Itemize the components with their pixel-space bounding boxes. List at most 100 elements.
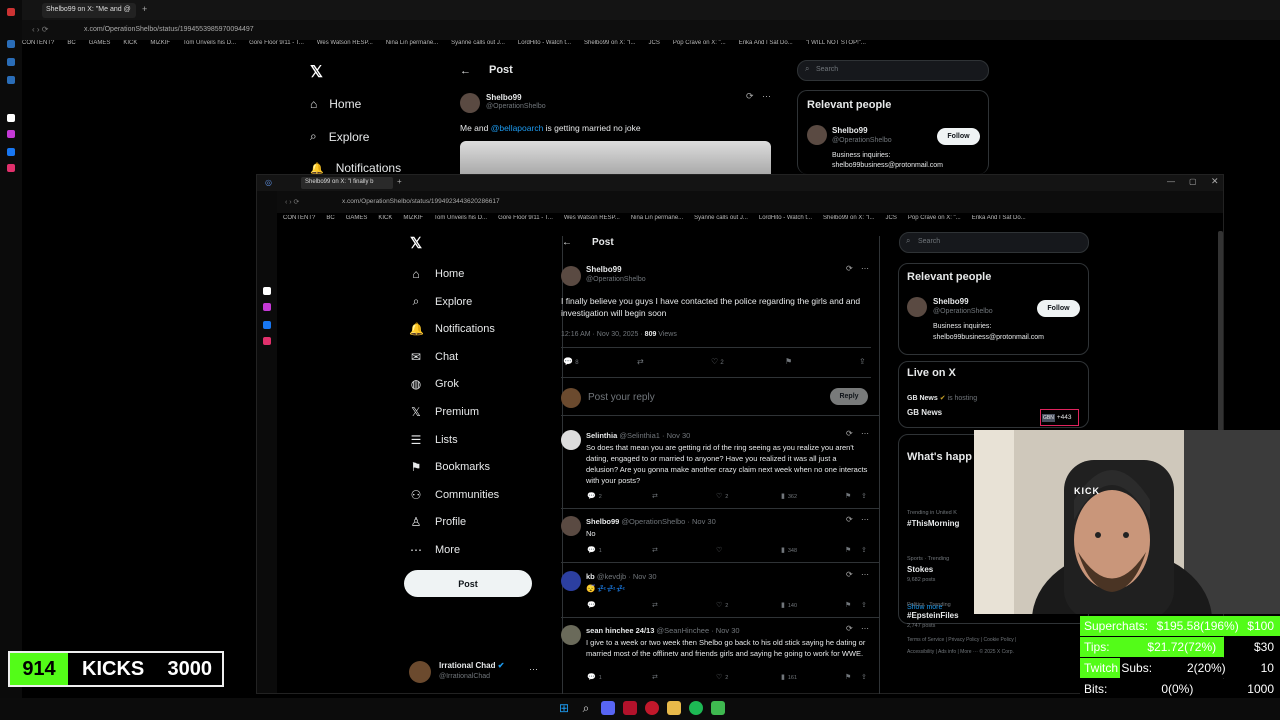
views-action[interactable]: ▮ 362 [781,492,797,500]
reply-action[interactable]: 💬 [587,601,599,609]
bookmark-item[interactable]: "I WILL NOT STOP!"... [806,40,866,46]
account-more-icon[interactable]: ⋯ [529,664,538,675]
bookmark-item[interactable]: Pop Crave on X: "... [908,215,961,221]
nav-chat[interactable]: ✉ Chat [409,347,458,367]
opera-gx-icon[interactable] [623,701,637,715]
like-action[interactable]: ♡ 2 [716,492,728,500]
back-arrow-icon[interactable]: ← [460,65,471,77]
bookmark-item[interactable]: JCS [886,215,897,221]
back-arrow-icon[interactable]: ← [562,237,572,248]
bookmark-icon[interactable]: ⚑ [785,357,792,366]
arc-icon[interactable] [7,114,15,122]
close-icon[interactable]: ✕ [1211,176,1219,187]
reload-icon[interactable]: ‹ › ⟳ [285,198,299,206]
nav-lists[interactable]: ☰ Lists [409,430,458,450]
avatar[interactable] [561,625,581,645]
live-show[interactable]: GB News [907,408,942,417]
sidebar-icon[interactable] [263,303,271,311]
bookmark-item[interactable]: Gore Floor 9/11 - T... [249,40,304,46]
bookmark-item[interactable]: Shelbo99 on X: "I... [823,215,875,221]
avatar[interactable] [807,125,827,145]
nav-explore[interactable]: ⌕ Explore [409,292,473,312]
grok-icon[interactable]: ⟳ [846,429,853,438]
bookmark-item[interactable]: BC [67,40,75,46]
nav-premium[interactable]: 𝕏 Premium [409,402,479,422]
app-icon[interactable] [711,701,725,715]
nav-grok[interactable]: ◍ Grok [409,374,459,394]
bookmark-item[interactable]: MIZKIF [150,40,170,46]
reply-author[interactable]: kb [586,572,595,581]
follow-button[interactable]: Follow [937,128,980,145]
person-name[interactable]: Shelbo99 [933,297,969,306]
reply-button[interactable]: Reply [830,388,868,405]
repost-icon[interactable]: ⇄ [652,601,658,609]
url-bar[interactable]: ‹ › ⟳ x.com/OperationShelbo/status/19945… [22,20,1280,40]
search-input[interactable]: Search [797,60,989,81]
views-action[interactable]: ▮ 348 [781,546,797,554]
url-text[interactable]: x.com/OperationShelbo/status/19945539859… [84,26,254,33]
arc-icon[interactable] [263,287,271,295]
bookmark-item[interactable]: Nina Lin permane... [631,215,683,221]
mention-link[interactable]: @bellapoarch [491,123,544,133]
x-logo-icon[interactable]: 𝕏 [410,234,422,252]
bookmark-icon[interactable]: ⚑ [845,546,851,554]
avatar[interactable] [561,516,581,536]
nav-profile[interactable]: ♙ Profile [409,512,467,532]
more-icon[interactable]: ⋯ [762,91,771,102]
avatar[interactable] [561,430,581,450]
nav-home[interactable]: ⌂ Home [409,264,464,284]
reply-action[interactable]: 💬 8 [563,357,579,366]
author-name[interactable]: Shelbo99 [586,265,622,274]
bookmark-item[interactable]: KICK [123,40,137,46]
trend-topic[interactable]: Stokes [907,565,933,574]
bookmark-item[interactable]: GAMES [346,215,368,221]
nav-home[interactable]: ⌂ Home [310,97,361,111]
messenger-icon[interactable] [7,148,15,156]
tab-shelbo-front[interactable]: Shelbo99 on X: "I finally b [301,177,393,189]
sidebar-icon[interactable] [7,40,15,48]
footer-links[interactable]: Terms of Service | Privacy Policy | Cook… [907,637,1016,643]
account-name[interactable]: Irrational Chad ✔ [439,661,504,670]
back-icon[interactable]: ‹ › ⟳ [32,25,48,34]
author-handle[interactable]: @OperationShelbo [486,103,546,110]
grok-icon[interactable]: ⟳ [846,264,853,273]
person-name[interactable]: Shelbo99 [832,126,868,135]
opera-icon[interactable] [645,701,659,715]
sidebar-icon[interactable] [7,130,15,138]
trend-topic[interactable]: #EpsteinFiles [907,611,959,620]
share-icon[interactable]: ⇪ [859,357,866,366]
bookmark-item[interactable]: LordHito - Watch t... [759,215,812,221]
nav-explore[interactable]: ⌕ Explore [310,129,369,144]
repost-icon[interactable]: ⇄ [637,357,644,366]
reply-author[interactable]: sean hinchee 24/13 [586,626,654,635]
instagram-icon[interactable] [7,164,15,172]
grok-icon[interactable]: ⟳ [746,91,754,102]
scrollbar[interactable] [1218,231,1223,431]
avatar[interactable] [561,571,581,591]
like-action[interactable]: ♡ 2 [716,673,728,681]
like-action[interactable]: ♡ 2 [716,601,728,609]
windows-start-icon[interactable]: ⊞ [557,701,571,715]
bookmark-icon[interactable]: ⚑ [845,492,851,500]
bookmark-item[interactable]: Pop Crave on X: "... [673,40,726,46]
reply-handle[interactable]: @SeanHinchee · Nov 30 [656,626,739,635]
x-logo-icon[interactable]: 𝕏 [310,62,323,82]
bookmark-item[interactable]: Syanne calls out J... [451,40,505,46]
sidebar-icon[interactable] [7,76,15,84]
spotify-icon[interactable] [689,701,703,715]
bookmark-item[interactable]: MIZKIF [403,215,423,221]
search-input[interactable]: Search [899,232,1089,253]
opera-icon[interactable]: ◎ [265,178,272,187]
instagram-icon[interactable] [263,337,271,345]
bookmark-item[interactable]: Tom Unveils his D... [183,40,236,46]
reply-handle[interactable]: @Selinthia1 · Nov 30 [619,431,690,440]
like-action[interactable]: ♡ 2 [711,357,724,366]
nav-communities[interactable]: ⚇ Communities [409,485,500,505]
footer-links[interactable]: Accessibility | Ads info | More ··· © 20… [907,649,1014,655]
grok-icon[interactable]: ⟳ [846,515,853,524]
bookmark-item[interactable]: Gore Floor 9/11 - T... [498,215,553,221]
more-icon[interactable]: ⋯ [861,515,869,524]
nav-more[interactable]: ⋯ More [409,540,460,560]
post-button[interactable]: Post [404,570,532,597]
account-avatar[interactable] [409,661,431,683]
